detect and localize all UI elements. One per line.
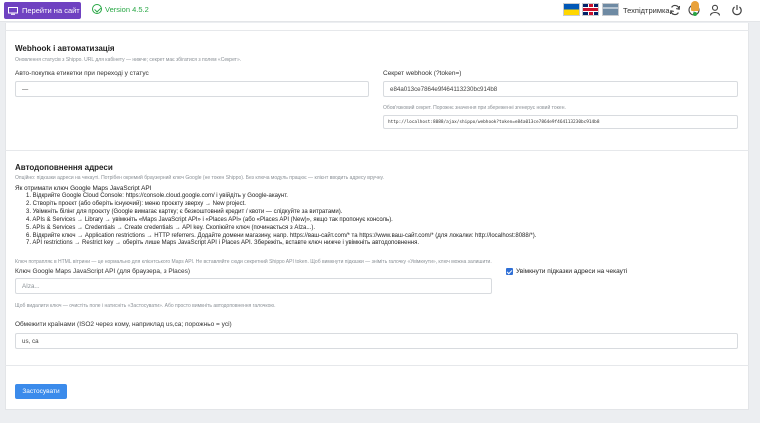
divider	[5, 30, 749, 31]
list-item: 1. Відкрийте Google Cloud Console: https…	[26, 193, 288, 199]
user-icon[interactable]	[709, 4, 721, 16]
go-to-site-button[interactable]: Перейти на сайт	[4, 2, 81, 19]
power-icon[interactable]	[731, 4, 743, 16]
list-item: 3. Увімкніть білінг для проєкту (Google …	[26, 208, 343, 215]
go-to-site-label: Перейти на сайт	[22, 6, 80, 15]
autocomplete-section-title: Автодоповнення адреси	[15, 163, 113, 172]
list-item: 4. APIs & Services → Library → увімкніть…	[26, 216, 393, 223]
check-circle-icon	[92, 4, 102, 14]
webhook-secret-hint: Обов'язковий секрет. Порожнє значення пр…	[383, 105, 566, 111]
api-key-label: Ключ Google Maps JavaScript API (для бра…	[15, 268, 191, 275]
autocomplete-description: Опційно: підказки адреси на чекауті. Пот…	[15, 175, 384, 181]
flag-ukraine-icon[interactable]	[563, 3, 580, 16]
api-key-note: Ключ потрапляє в HTML вітрини — це норма…	[15, 259, 492, 265]
flag-other-icon[interactable]	[602, 3, 619, 16]
top-bar: Перейти на сайт Version 4.5.2 Техпідтрим…	[0, 0, 760, 22]
countries-label: Обмежити країнами (ISO2 через кому, напр…	[15, 321, 232, 328]
support-link[interactable]: Техпідтримка	[623, 6, 670, 15]
enable-autocomplete-label: Увімкнути підказки адреси на чекауті	[516, 268, 628, 275]
delete-key-note: Щоб видалити ключ — очистіть поле і нати…	[15, 303, 276, 309]
notification-bell-icon[interactable]	[690, 1, 700, 16]
flag-uk-icon[interactable]	[582, 3, 599, 16]
divider	[5, 150, 749, 151]
enable-autocomplete-checkbox[interactable]: Увімкнути підказки адреси на чекауті	[506, 268, 627, 275]
api-key-input[interactable]: AIza...	[15, 278, 492, 294]
version-status: Version 4.5.2	[92, 4, 149, 14]
webhook-section-title: Webhook і автоматизація	[15, 44, 115, 53]
webhook-secret-label: Секрет webhook (?token=)	[383, 70, 462, 77]
version-label: Version 4.5.2	[105, 4, 149, 14]
webhook-description: Оновлення статусів з Shippo. URL для каб…	[15, 57, 242, 63]
countries-input[interactable]: us, ca	[15, 333, 738, 349]
list-item: 2. Створіть проєкт (або оберіть існуючий…	[26, 200, 246, 207]
checkbox-checked-icon[interactable]	[506, 268, 513, 275]
how-to-steps-list: 1. Відкрийте Google Cloud Console: https…	[26, 193, 536, 248]
monitor-icon	[8, 6, 18, 15]
divider	[5, 365, 749, 366]
how-to-get-key-title: Як отримати ключ Google Maps JavaScript …	[15, 185, 152, 192]
autobuy-status-select[interactable]: —	[15, 81, 369, 97]
webhook-url-box[interactable]: http://localhost:8088/ajax/shippo/webhoo…	[383, 115, 738, 129]
list-item: 7. API restrictions → Restrict key → обе…	[26, 240, 419, 247]
list-item: 6. Відкрийте ключ → Application restrict…	[26, 232, 537, 239]
apply-button[interactable]: Застосувати	[15, 384, 67, 399]
sync-icon[interactable]	[669, 4, 681, 16]
list-item: 5. APIs & Services → Credentials → Creat…	[26, 224, 315, 231]
autobuy-label: Авто-покупка етикетки при переході у ста…	[15, 70, 149, 77]
webhook-secret-input[interactable]: e84a013ce7864e9f464113230bc914b8	[383, 81, 738, 97]
